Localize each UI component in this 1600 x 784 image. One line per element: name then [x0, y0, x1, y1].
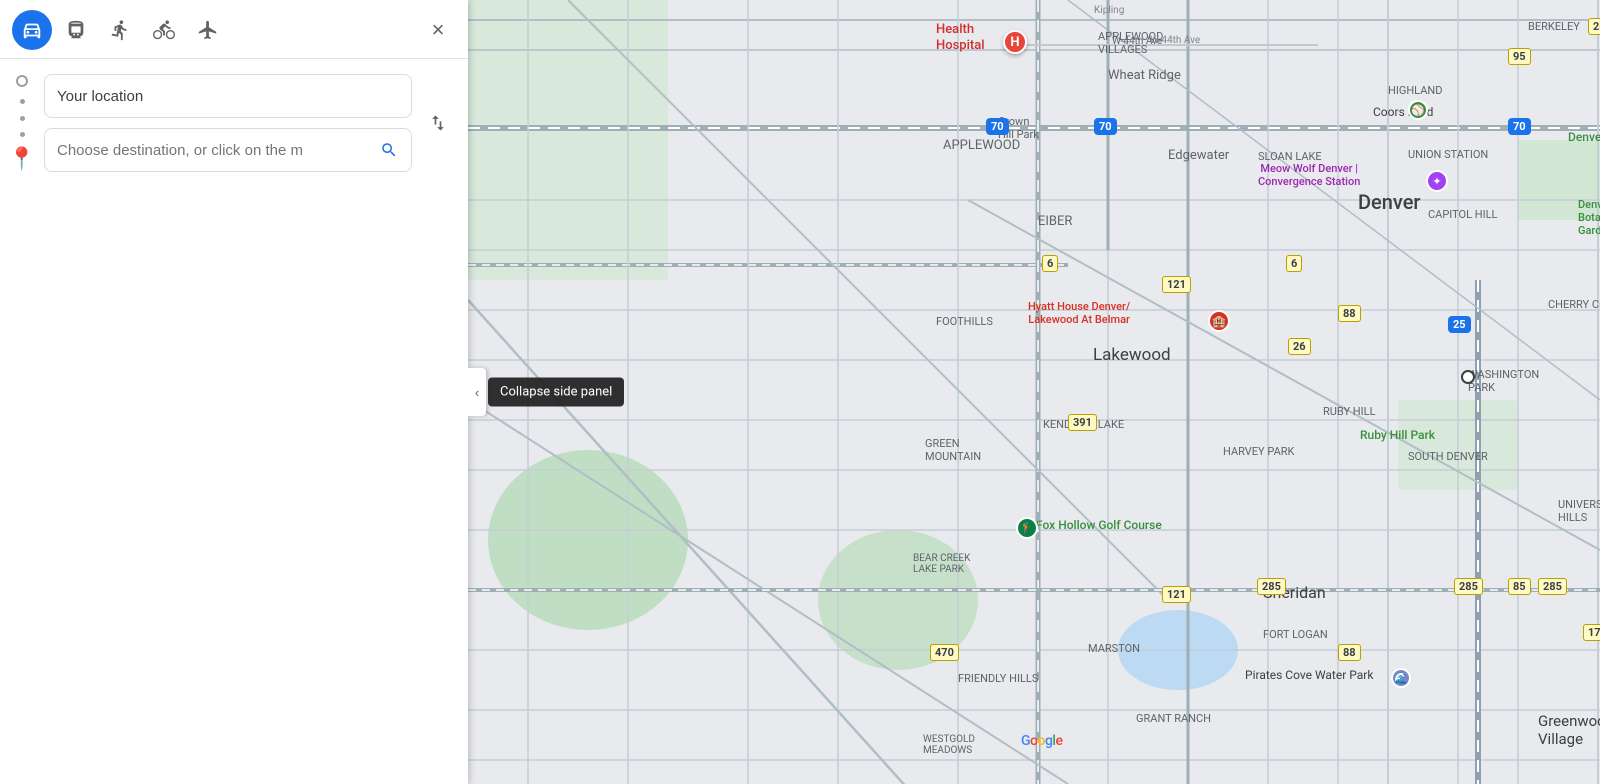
- swap-directions-button[interactable]: [420, 105, 456, 141]
- hyatthouse-pin[interactable]: 🏨: [1208, 310, 1230, 332]
- inputs-area: 📍: [0, 59, 468, 187]
- map-area[interactable]: Denver Lakewood Wheat Ridge APPLEWOODVIL…: [468, 0, 1600, 784]
- inputs-fields: [44, 74, 412, 172]
- origin-dot: [16, 75, 28, 87]
- close-directions-button[interactable]: ×: [420, 12, 456, 48]
- flight-mode-button[interactable]: [188, 10, 228, 50]
- route-dots: 📍: [0, 73, 44, 173]
- driving-mode-button[interactable]: [12, 10, 52, 50]
- healthhospital-pin[interactable]: H: [1003, 30, 1027, 54]
- transport-bar: ×: [0, 0, 468, 59]
- origin-input[interactable]: [44, 74, 412, 118]
- route-dot-3: [20, 132, 25, 137]
- google-logo: Google: [1021, 733, 1280, 749]
- destination-wrapper: [44, 128, 412, 172]
- collapse-side-panel-button[interactable]: ‹: [468, 368, 486, 416]
- destination-pin-icon: 📍: [8, 149, 35, 171]
- destination-input[interactable]: [44, 128, 412, 172]
- route-dot-2: [20, 116, 25, 121]
- cycling-mode-button[interactable]: [144, 10, 184, 50]
- map-circle-marker: [1461, 370, 1475, 384]
- meowwolf-pin[interactable]: ✦: [1426, 170, 1448, 192]
- coorsfield-pin[interactable]: ⚾: [1408, 100, 1428, 120]
- foxhollow-pin[interactable]: 🏌: [1016, 517, 1038, 539]
- piratescove-pin[interactable]: 🌊: [1391, 668, 1411, 688]
- collapse-icon: ‹: [475, 385, 479, 400]
- search-destination-button[interactable]: [376, 137, 402, 163]
- side-panel: × 📍: [0, 0, 468, 784]
- walking-mode-button[interactable]: [100, 10, 140, 50]
- route-dot-1: [20, 99, 25, 104]
- transit-mode-button[interactable]: [56, 10, 96, 50]
